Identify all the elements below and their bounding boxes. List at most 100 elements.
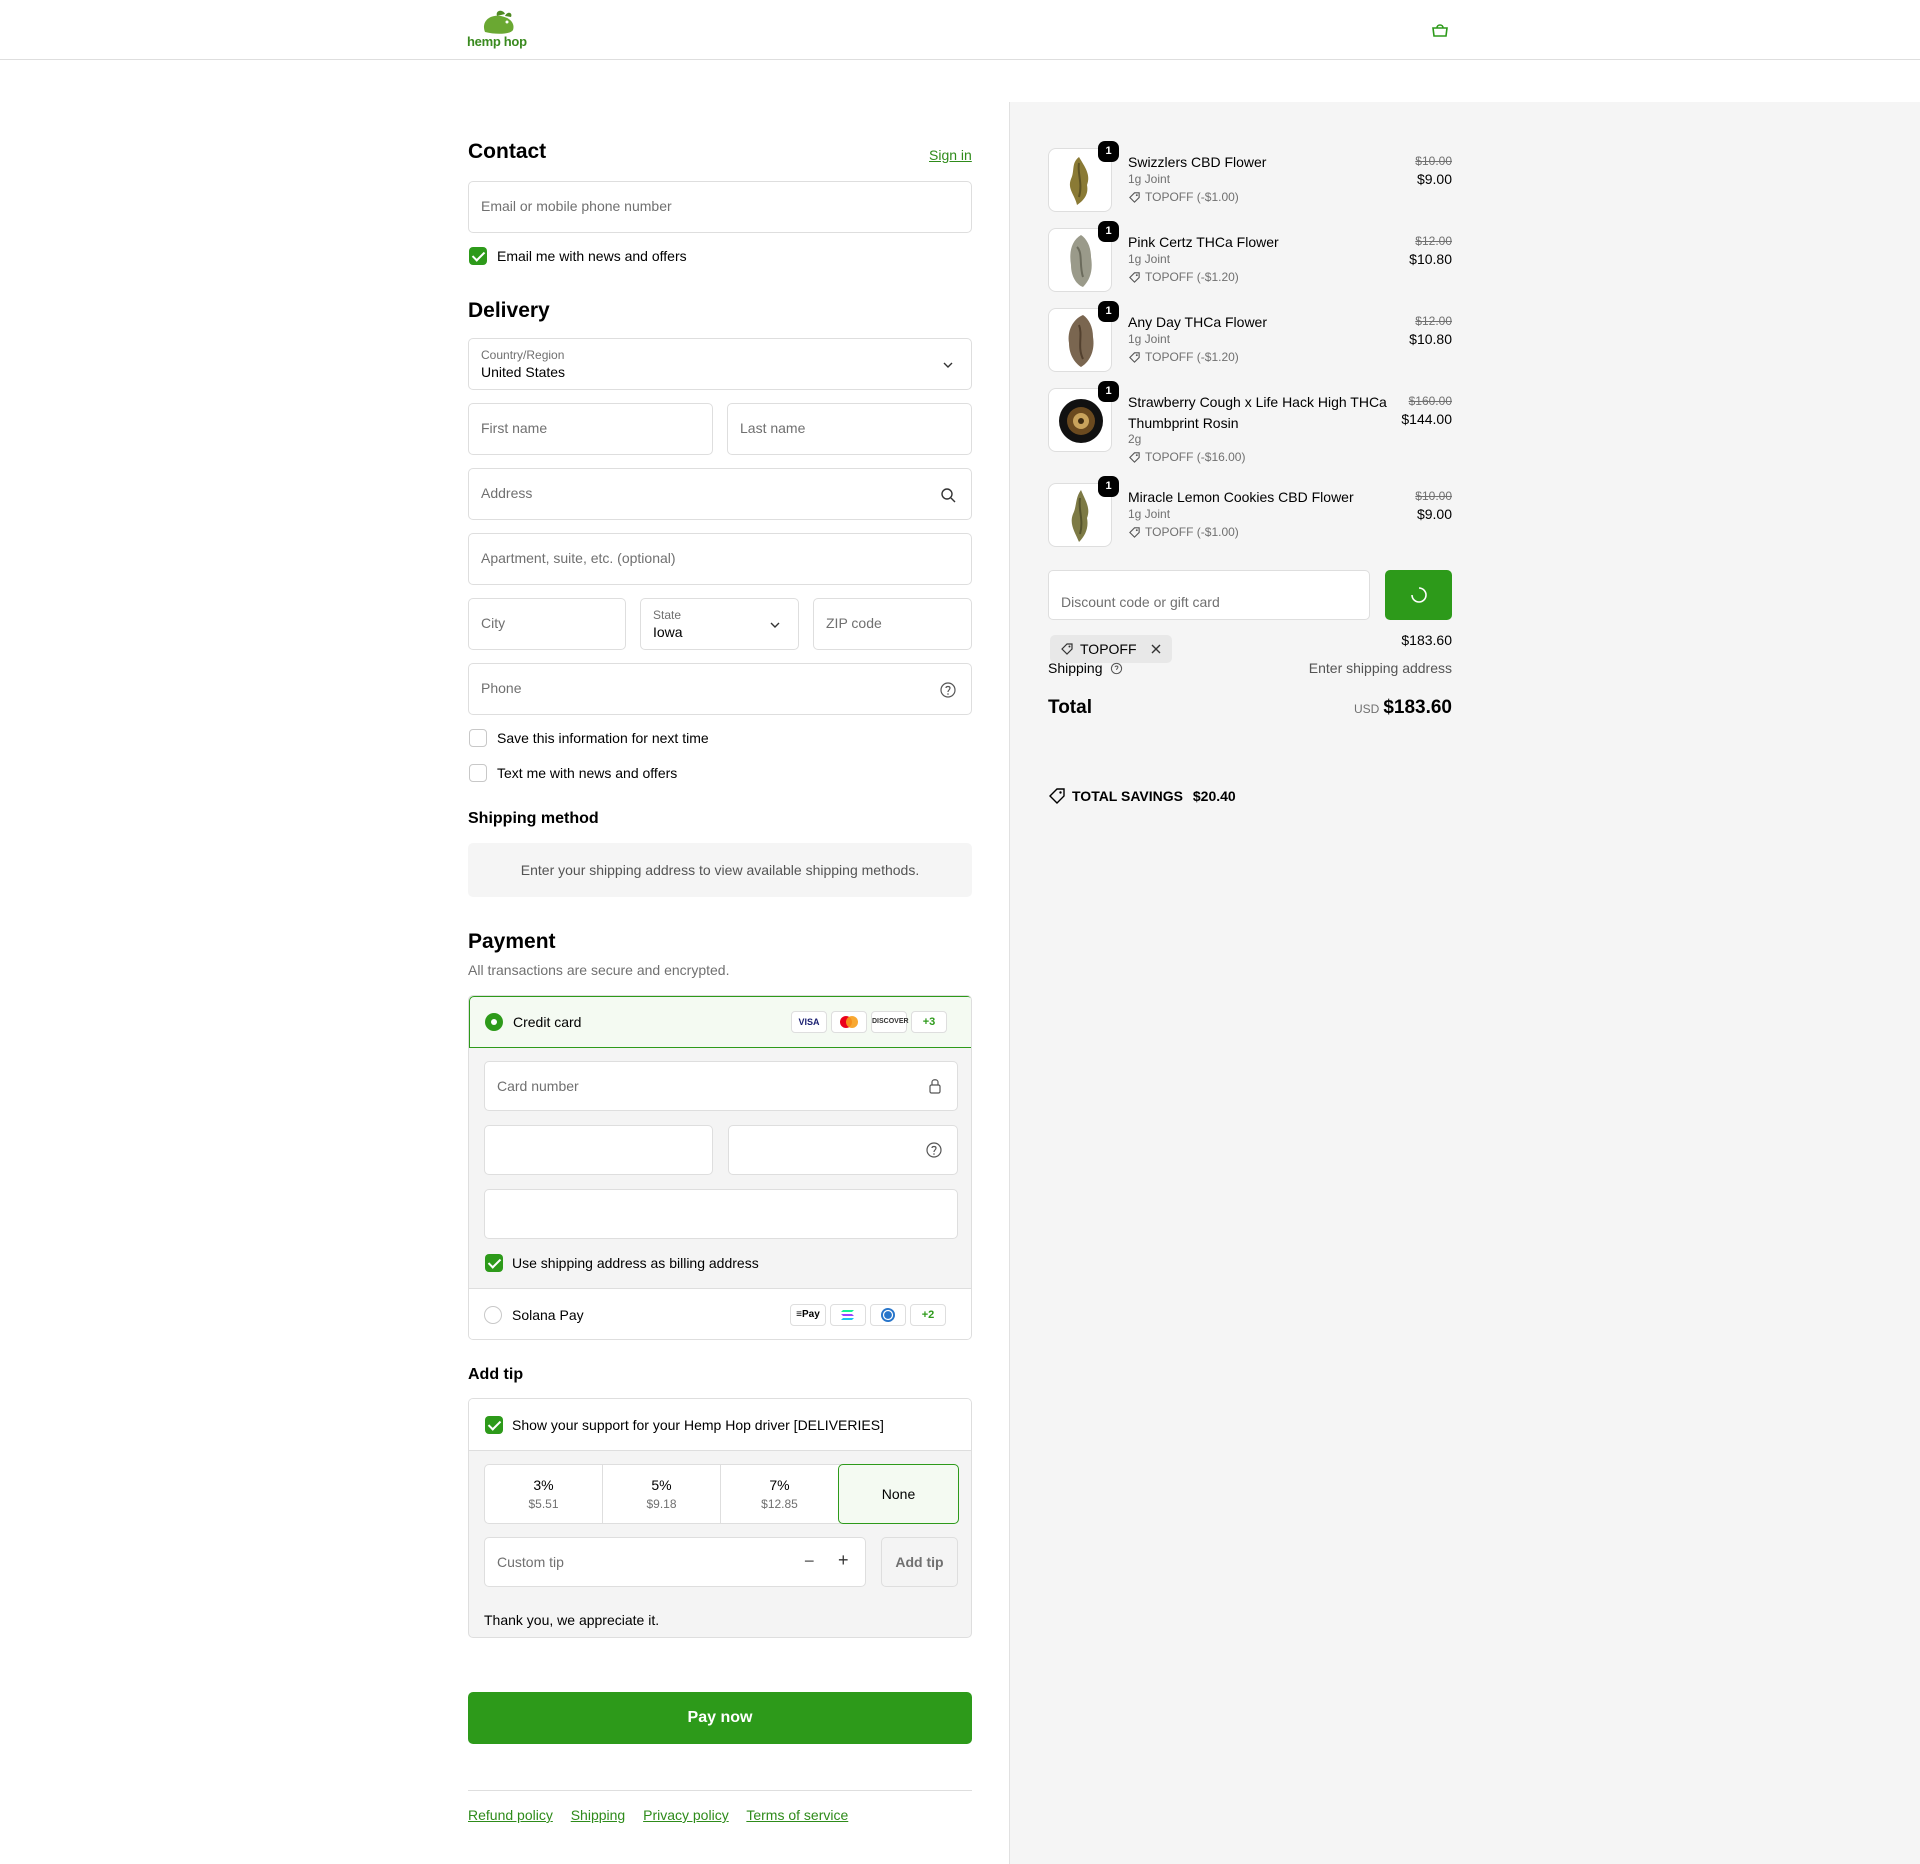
shipping-link[interactable]: Shipping: [571, 1807, 626, 1823]
save-info-checkbox[interactable]: [469, 729, 487, 747]
tag-icon: [1129, 272, 1140, 283]
decrease-tip-button[interactable]: −: [804, 1551, 815, 1572]
tip-option-5[interactable]: 5% $9.18: [603, 1465, 721, 1523]
hemp-hop-logo[interactable]: hemp hop: [467, 10, 547, 50]
product-image: 1: [1048, 301, 1119, 372]
shipping-method-notice: Enter your shipping address to view avai…: [468, 843, 972, 897]
custom-tip-field[interactable]: Custom tip − +: [484, 1537, 866, 1587]
discount-code-field[interactable]: Discount code or gift card: [1048, 570, 1370, 620]
zip-placeholder: ZIP code: [826, 615, 882, 631]
tip-percent: 7%: [769, 1477, 790, 1493]
refund-policy-link[interactable]: Refund policy: [468, 1807, 553, 1823]
address-field[interactable]: Address: [468, 468, 972, 520]
discount-text: TOPOFF (-$1.00): [1145, 190, 1239, 204]
total-row: Total USD $183.60: [1048, 697, 1452, 723]
rabbit-logo-icon: [483, 10, 514, 34]
line-item: 1 Strawberry Cough x Life Hack High THCa…: [1048, 381, 1452, 472]
card-number-field[interactable]: Card number: [484, 1061, 958, 1111]
discount-text: TOPOFF (-$16.00): [1145, 450, 1246, 464]
product-variant: 1g Joint: [1128, 507, 1171, 521]
save-info-label: Save this information for next time: [497, 730, 709, 746]
sign-in-link[interactable]: Sign in: [929, 147, 972, 163]
tip-amount: $9.18: [646, 1497, 677, 1511]
shipping-label: Shipping: [1048, 660, 1103, 676]
line-item: 1 Miracle Lemon Cookies CBD Flower 1g Jo…: [1048, 476, 1452, 549]
more-solana-badge: +2: [910, 1304, 946, 1326]
quantity-badge: 1: [1098, 476, 1119, 497]
shipping-method-title: Shipping method: [468, 810, 599, 827]
product-price: $144.00: [1401, 411, 1452, 427]
quantity-badge: 1: [1098, 301, 1119, 322]
visa-icon: VISA: [791, 1011, 827, 1033]
shipping-row: Shipping Enter shipping address: [1048, 660, 1452, 676]
discover-icon: DISCOVER: [871, 1011, 909, 1033]
security-code-field[interactable]: [728, 1125, 958, 1175]
shipping-value: Enter shipping address: [1308, 660, 1452, 676]
country-select[interactable]: Country/Region United States: [468, 338, 972, 390]
news-checkbox[interactable]: [469, 247, 487, 265]
remove-discount-icon[interactable]: [1150, 643, 1162, 655]
expiration-field[interactable]: [484, 1125, 713, 1175]
tip-option-none[interactable]: None: [838, 1464, 959, 1524]
solana-pay-option[interactable]: Solana Pay ≡Pay +2: [469, 1288, 971, 1339]
state-select[interactable]: State Iowa: [640, 598, 799, 650]
credit-card-label: Credit card: [513, 1014, 582, 1030]
last-name-field[interactable]: Last name: [727, 403, 972, 455]
mastercard-icon: [831, 1011, 867, 1033]
delivery-title: Delivery: [468, 299, 550, 322]
product-price: $10.80: [1409, 251, 1452, 267]
help-icon[interactable]: [925, 1141, 943, 1162]
product-discount: TOPOFF (-$1.00): [1128, 525, 1239, 539]
solana-pay-radio[interactable]: [484, 1306, 502, 1324]
product-variant: 1g Joint: [1128, 252, 1171, 266]
increase-tip-button[interactable]: +: [838, 1550, 849, 1571]
name-on-card-field[interactable]: [484, 1189, 958, 1239]
news-label: Email me with news and offers: [497, 248, 687, 264]
product-variant: 1g Joint: [1128, 332, 1171, 346]
tip-support-row: Show your support for your Hemp Hop driv…: [469, 1399, 971, 1451]
credit-card-radio[interactable]: [485, 1013, 503, 1031]
state-label: State: [653, 608, 682, 622]
quantity-badge: 1: [1098, 221, 1119, 242]
cart-bag-icon[interactable]: [1430, 20, 1450, 40]
phone-field[interactable]: Phone: [468, 663, 972, 715]
apply-discount-button[interactable]: [1385, 570, 1452, 620]
add-tip-button[interactable]: Add tip: [881, 1537, 958, 1587]
email-field[interactable]: Email or mobile phone number: [468, 181, 972, 233]
apartment-field[interactable]: Apartment, suite, etc. (optional): [468, 533, 972, 585]
usdc-icon: [870, 1304, 906, 1326]
help-icon[interactable]: [939, 681, 957, 699]
payment-title: Payment: [468, 930, 556, 953]
pay-now-button[interactable]: Pay now: [468, 1692, 972, 1744]
tip-option-7[interactable]: 7% $12.85: [721, 1465, 838, 1523]
solana-pay-badge-text: Pay: [802, 1309, 820, 1320]
tip-support-checkbox[interactable]: [485, 1416, 503, 1434]
first-name-field[interactable]: First name: [468, 403, 713, 455]
tip-option-3[interactable]: 3% $5.51: [485, 1465, 603, 1523]
city-field[interactable]: City: [468, 598, 626, 650]
applied-code: TOPOFF: [1080, 641, 1137, 657]
city-placeholder: City: [481, 615, 506, 631]
help-icon[interactable]: [1110, 662, 1123, 675]
product-name: Miracle Lemon Cookies CBD Flower: [1128, 489, 1354, 505]
text-me-checkbox[interactable]: [469, 764, 487, 782]
terms-of-service-link[interactable]: Terms of service: [746, 1807, 848, 1823]
billing-address-checkbox[interactable]: [485, 1254, 503, 1272]
logo-text: hemp hop: [467, 34, 527, 49]
zip-field[interactable]: ZIP code: [813, 598, 972, 650]
product-price: $10.80: [1409, 331, 1452, 347]
total-label: Total: [1048, 697, 1092, 718]
tip-thanks: Thank you, we appreciate it.: [484, 1612, 660, 1628]
product-price: $9.00: [1416, 506, 1452, 522]
credit-card-option[interactable]: Credit card VISA DISCOVER +3: [469, 996, 971, 1048]
last-name-placeholder: Last name: [740, 420, 806, 436]
product-image: 1: [1048, 476, 1119, 547]
card-number-placeholder: Card number: [497, 1078, 579, 1094]
privacy-policy-link[interactable]: Privacy policy: [643, 1807, 729, 1823]
phone-placeholder: Phone: [481, 680, 522, 696]
add-tip-title: Add tip: [468, 1366, 524, 1383]
contact-title: Contact: [468, 140, 547, 163]
tip-options: 3% $5.51 5% $9.18 7% $12.85 None: [484, 1464, 959, 1524]
discount-text: TOPOFF (-$1.20): [1145, 270, 1239, 284]
product-image: 1: [1048, 381, 1119, 452]
